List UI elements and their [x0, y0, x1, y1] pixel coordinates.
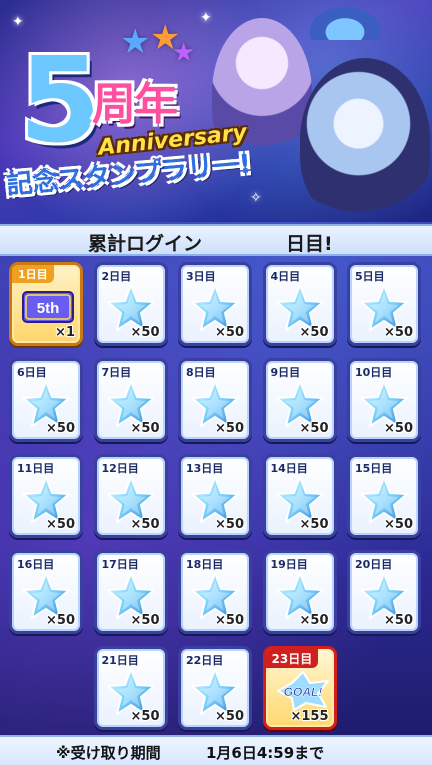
stamp-cell-day-8[interactable]: 8日目 ×50 [178, 358, 252, 442]
stamp-day-label: 8日目 [186, 366, 216, 379]
ticket-text: 5th [37, 300, 60, 317]
reward-quantity: ×50 [130, 325, 160, 340]
sparkle-icon: ✧ [250, 190, 262, 206]
stamp-cell-day-6[interactable]: 6日目 ×50 [9, 358, 83, 442]
claim-deadline: 1月6日4:59まで [206, 744, 325, 762]
stamp-cell-day-9[interactable]: 9日目 ×50 [262, 358, 337, 442]
reward-quantity: ×50 [299, 421, 329, 436]
reward-quantity: ×50 [299, 325, 329, 340]
cumulative-login-bar: 累計ログイン 日目! [0, 224, 432, 256]
character-right [300, 58, 430, 222]
reward-quantity: ×50 [130, 613, 160, 628]
goal-badge-text: GOAL! [283, 685, 322, 699]
reward-quantity: ×50 [130, 421, 160, 436]
stamp-cell-day-1[interactable]: 1日目 5th ×1 [9, 262, 83, 346]
reward-quantity: ×50 [46, 613, 75, 628]
stamp-cell-day-17[interactable]: 17日目 ×50 [93, 550, 168, 634]
reward-quantity: ×50 [384, 613, 413, 628]
reward-quantity: ×50 [130, 709, 160, 724]
claim-period-footer: ※受け取り期間 1月6日4:59まで [0, 735, 432, 765]
stamp-cell-day-21[interactable]: 21日目 ×50 [93, 646, 168, 730]
stamp-day-label: 7日目 [101, 366, 132, 379]
reward-quantity: ×50 [46, 517, 75, 532]
stamp-day-label: 2日目 [101, 270, 132, 283]
reward-quantity: ×1 [55, 325, 75, 340]
stamp-cell-day-23[interactable]: 23日目 GOAL! ×155 [262, 646, 337, 730]
logo-kanji: 周年 [92, 79, 178, 130]
claim-period-label: ※受け取り期間 [56, 744, 161, 762]
stamp-day-label: 11日目 [17, 462, 55, 475]
stamp-cell-day-16[interactable]: 16日目 ×50 [9, 550, 83, 634]
reward-quantity: ×50 [46, 421, 75, 436]
stamp-day-label: 17日目 [101, 558, 139, 571]
stamp-day-label: 6日目 [17, 366, 47, 379]
reward-quantity: ×50 [215, 421, 244, 436]
stamp-day-label: 21日目 [101, 654, 139, 667]
login-day-count: 日目! [286, 233, 333, 255]
stamp-day-label: 3日目 [186, 270, 216, 283]
stamp-cell-day-10[interactable]: 10日目 ×50 [347, 358, 421, 442]
stamp-cell-day-13[interactable]: 13日目 ×50 [178, 454, 252, 538]
stamp-cell-day-19[interactable]: 19日目 ×50 [262, 550, 337, 634]
reward-quantity: ×50 [215, 709, 244, 724]
reward-quantity: ×50 [215, 517, 244, 532]
sparkle-icon: ✦ [200, 10, 212, 26]
login-label: 累計ログイン [88, 233, 203, 255]
blue-star-icon: ★ [120, 22, 151, 62]
stamp-cell-day-7[interactable]: 7日目 ×50 [93, 358, 168, 442]
stamp-day-label: 14日目 [270, 462, 308, 475]
reward-quantity: ×50 [299, 613, 329, 628]
5th-ticket-icon: 5th [22, 291, 74, 323]
sparkle-icon: ✦ [12, 14, 24, 30]
stamp-day-label: 20日目 [355, 558, 393, 571]
reward-quantity: ×50 [299, 517, 329, 532]
stamp-day-label: 4日目 [270, 270, 301, 283]
reward-quantity: ×50 [215, 325, 244, 340]
reward-quantity: ×50 [384, 421, 413, 436]
stamp-day-label: 16日目 [17, 558, 55, 571]
reward-quantity: ×50 [384, 517, 413, 532]
stamp-cell-day-11[interactable]: 11日目 ×50 [9, 454, 83, 538]
stamp-cell-day-2[interactable]: 2日目 ×50 [93, 262, 168, 346]
stamp-day-label: 1日目 [12, 265, 54, 283]
reward-quantity: ×50 [384, 325, 413, 340]
stamp-cell-day-15[interactable]: 15日目 ×50 [347, 454, 421, 538]
anniversary-banner: ✦ ✦ ✧ ✦ ✧ ★ ★ ★ 5 周年 Anniversary 記念スタンプラ… [0, 0, 432, 222]
stamp-cell-day-5[interactable]: 5日目 ×50 [347, 262, 421, 346]
stamp-cell-day-3[interactable]: 3日目 ×50 [178, 262, 252, 346]
stamp-rally-screen: ✦ ✦ ✧ ✦ ✧ ★ ★ ★ 5 周年 Anniversary 記念スタンプラ… [0, 0, 432, 765]
winged-crest-icon [300, 0, 390, 40]
stamp-cell-day-12[interactable]: 12日目 ×50 [93, 454, 168, 538]
stamp-cell-day-4[interactable]: 4日目 ×50 [262, 262, 337, 346]
stamp-day-label: 19日目 [270, 558, 308, 571]
stamp-cell-day-14[interactable]: 14日目 ×50 [262, 454, 337, 538]
reward-quantity: ×50 [130, 517, 160, 532]
stamp-day-label: 5日目 [355, 270, 385, 283]
reward-quantity: ×50 [215, 613, 244, 628]
stamp-cell-day-20[interactable]: 20日目 ×50 [347, 550, 421, 634]
stamp-day-label: 13日目 [186, 462, 224, 475]
stamp-day-label: 10日目 [355, 366, 393, 379]
stamp-cell-day-18[interactable]: 18日目 ×50 [178, 550, 252, 634]
stamp-day-label: 12日目 [101, 462, 139, 475]
stamp-day-label: 22日目 [186, 654, 224, 667]
stamp-cell-day-22[interactable]: 22日目 ×50 [178, 646, 252, 730]
stamp-day-label: 15日目 [355, 462, 393, 475]
goal-badge-icon: GOAL! [276, 671, 329, 711]
purple-star-icon: ★ [172, 38, 196, 68]
stamp-day-label: 9日目 [270, 366, 301, 379]
reward-quantity: ×155 [290, 709, 329, 724]
stamp-day-label: 18日目 [186, 558, 224, 571]
stamp-day-label: 23日目 [265, 649, 319, 668]
